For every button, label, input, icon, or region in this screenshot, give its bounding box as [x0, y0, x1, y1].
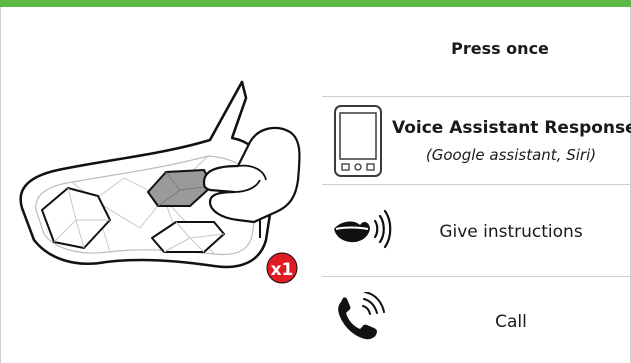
voice-assistant-subtitle: (Google assistant, Siri)	[425, 146, 597, 164]
speaking-mouth-icon	[334, 209, 392, 249]
row-divider	[322, 184, 630, 185]
top-accent-bar	[0, 0, 631, 7]
press-once-label: Press once	[451, 39, 549, 58]
device-antenna	[208, 80, 248, 141]
badge-text: x1	[271, 260, 294, 280]
intercom-device-illustration: x1	[14, 70, 314, 285]
give-instructions-label: Give instructions	[439, 222, 583, 242]
voice-assistant-title: Voice Assistant Response	[392, 118, 631, 138]
row-divider	[322, 276, 630, 277]
left-border	[0, 7, 1, 363]
smartphone-icon	[334, 105, 382, 177]
call-label: Call	[495, 312, 527, 332]
row-divider	[322, 96, 630, 97]
phone-call-icon	[338, 292, 385, 340]
